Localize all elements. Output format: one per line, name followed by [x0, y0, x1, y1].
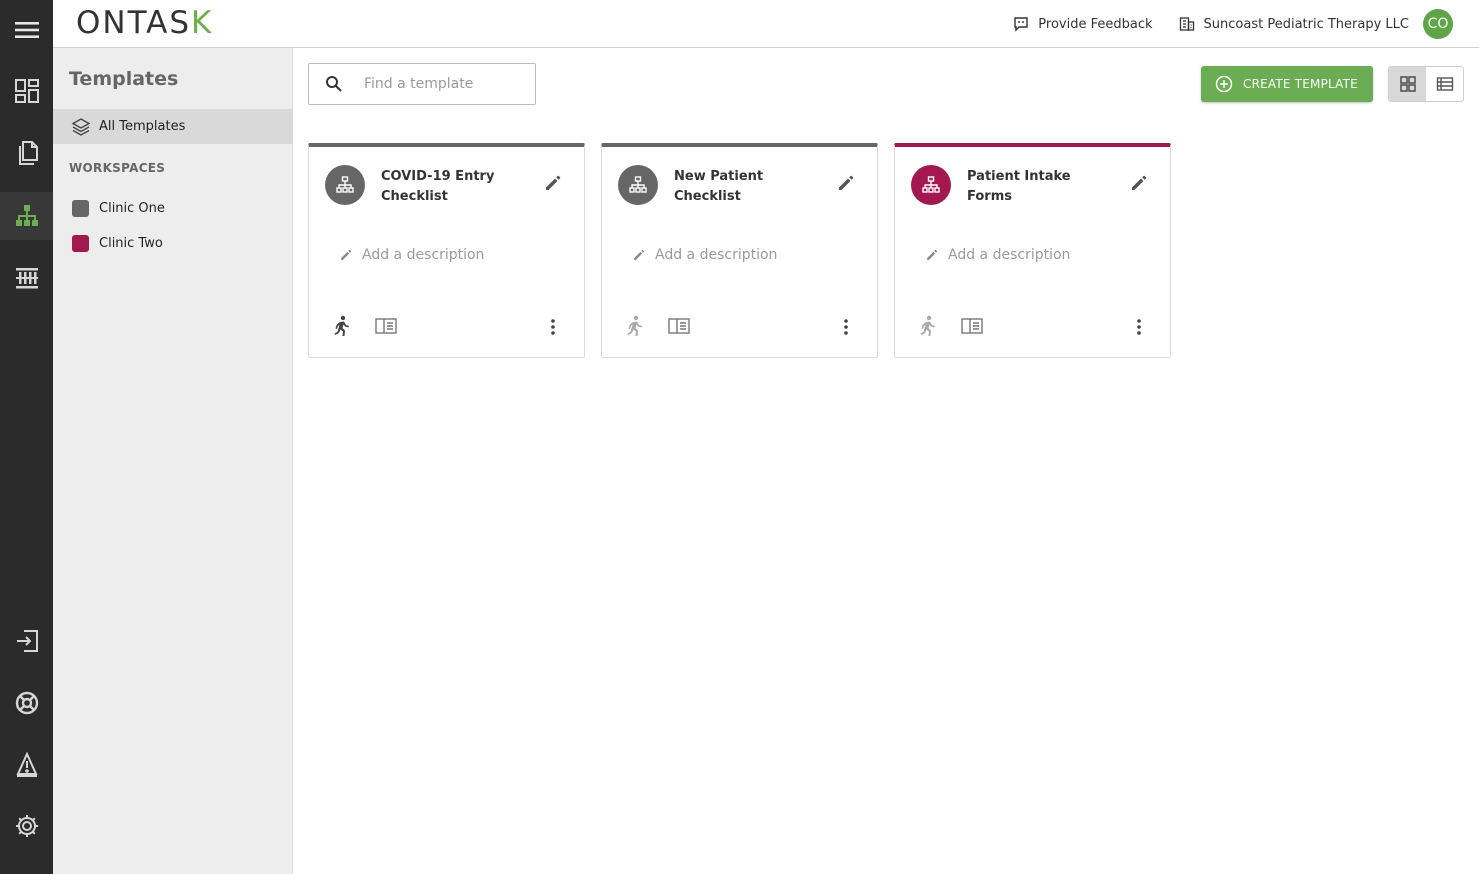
- template-avatar: [618, 165, 658, 205]
- create-template-label: CREATE TEMPLATE: [1243, 77, 1358, 91]
- grid-view-icon: [1399, 76, 1416, 92]
- hierarchy-icon: [336, 176, 354, 193]
- left-nav-rail: [0, 0, 53, 874]
- nav-alerts[interactable]: [0, 741, 53, 789]
- nav-exit[interactable]: [0, 617, 53, 665]
- nav-dashboard[interactable]: [0, 67, 53, 115]
- template-search[interactable]: [308, 63, 536, 105]
- run-process-icon[interactable]: [331, 315, 351, 337]
- template-title[interactable]: COVID-19 Entry Checklist: [381, 167, 531, 207]
- organization-name: Suncoast Pediatric Therapy LLC: [1203, 16, 1409, 32]
- more-options-icon[interactable]: [545, 317, 561, 337]
- processes-icon: [15, 268, 38, 289]
- nav-processes[interactable]: [0, 254, 53, 302]
- add-description-link[interactable]: Add a description: [339, 247, 484, 263]
- nav-help[interactable]: [0, 679, 53, 727]
- pencil-icon: [927, 249, 938, 260]
- templates-icon: [15, 205, 38, 226]
- hierarchy-icon: [922, 176, 940, 193]
- help-icon: [15, 691, 38, 715]
- template-title[interactable]: Patient Intake Forms: [967, 167, 1117, 207]
- pencil-icon: [341, 249, 352, 260]
- add-description-link[interactable]: Add a description: [925, 247, 1070, 263]
- search-icon: [326, 76, 342, 92]
- sidebar-item-clinic-one[interactable]: Clinic One: [72, 200, 165, 217]
- search-input[interactable]: [364, 76, 514, 92]
- preview-book-icon[interactable]: [961, 317, 983, 335]
- more-options-icon[interactable]: [838, 317, 854, 337]
- list-view-button[interactable]: [1426, 67, 1463, 101]
- workspace-label: Clinic One: [99, 201, 165, 216]
- top-bar: ONTASK Provide Feedback Suncoast Pediatr…: [53, 0, 1479, 48]
- add-description-link[interactable]: Add a description: [632, 247, 777, 263]
- sidebar-item-label: All Templates: [99, 119, 186, 134]
- preview-book-icon[interactable]: [668, 317, 690, 335]
- workspace-color-swatch: [72, 200, 89, 217]
- alert-icon: [15, 752, 38, 777]
- run-process-icon[interactable]: [917, 315, 937, 337]
- sidebar-title: Templates: [69, 68, 179, 90]
- edit-pencil-icon[interactable]: [543, 173, 563, 193]
- create-template-button[interactable]: CREATE TEMPLATE: [1201, 66, 1373, 102]
- exit-icon: [16, 630, 38, 652]
- grid-view-button[interactable]: [1389, 67, 1426, 101]
- workspaces-section-label: WORKSPACES: [69, 161, 166, 175]
- templates-sidebar: Templates All Templates WORKSPACES Clini…: [53, 48, 293, 874]
- add-description-label: Add a description: [655, 247, 778, 263]
- building-icon: [1179, 17, 1194, 31]
- template-card[interactable]: New Patient Checklist Add a description: [601, 143, 878, 358]
- menu-button[interactable]: [0, 6, 53, 54]
- preview-book-icon[interactable]: [375, 317, 397, 335]
- run-process-icon[interactable]: [624, 315, 644, 337]
- template-title[interactable]: New Patient Checklist: [674, 167, 824, 207]
- view-toggle: [1388, 66, 1464, 102]
- provide-feedback-link[interactable]: Provide Feedback: [1013, 16, 1153, 32]
- settings-icon: [15, 815, 38, 837]
- nav-documents[interactable]: [0, 129, 53, 177]
- feedback-icon: [1014, 17, 1028, 32]
- template-avatar: [911, 165, 951, 205]
- nav-templates[interactable]: [0, 192, 53, 240]
- organization-switcher[interactable]: Suncoast Pediatric Therapy LLC: [1179, 16, 1409, 32]
- template-avatar: [325, 165, 365, 205]
- layers-icon: [71, 117, 91, 136]
- app-logo[interactable]: ONTASK: [76, 5, 213, 41]
- template-card[interactable]: COVID-19 Entry Checklist Add a descripti…: [308, 143, 585, 358]
- edit-pencil-icon[interactable]: [1129, 173, 1149, 193]
- edit-pencil-icon[interactable]: [836, 173, 856, 193]
- template-card[interactable]: Patient Intake Forms Add a description: [894, 143, 1171, 358]
- add-description-label: Add a description: [948, 247, 1071, 263]
- sidebar-item-all-templates[interactable]: All Templates: [53, 109, 292, 144]
- hierarchy-icon: [629, 176, 647, 193]
- list-view-icon: [1436, 77, 1453, 91]
- workspace-label: Clinic Two: [99, 236, 163, 251]
- dashboard-icon: [14, 79, 39, 103]
- documents-icon: [18, 141, 38, 165]
- nav-settings[interactable]: [0, 802, 53, 850]
- add-description-label: Add a description: [362, 247, 485, 263]
- workspace-color-swatch: [72, 235, 89, 252]
- sidebar-item-clinic-two[interactable]: Clinic Two: [72, 235, 163, 252]
- provide-feedback-label: Provide Feedback: [1038, 16, 1153, 32]
- menu-icon: [14, 22, 39, 38]
- user-avatar[interactable]: CO: [1423, 9, 1453, 39]
- pencil-icon: [634, 249, 645, 260]
- add-circle-icon: [1215, 75, 1233, 93]
- more-options-icon[interactable]: [1131, 317, 1147, 337]
